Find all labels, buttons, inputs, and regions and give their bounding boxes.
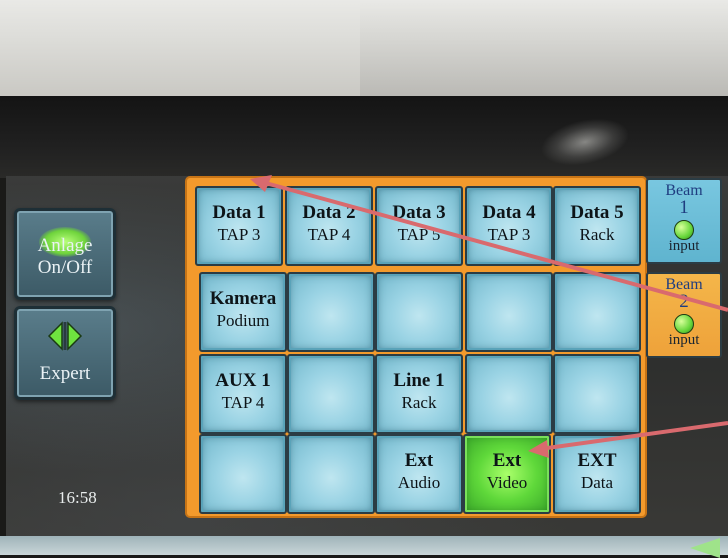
source-button-ext-data[interactable]: EXT Data — [553, 434, 641, 514]
beam-number: 1 — [679, 197, 689, 218]
source-subtitle: TAP 4 — [307, 225, 351, 244]
beam-input-label: input — [668, 332, 700, 348]
source-button-data-4[interactable]: Data 4 TAP 3 — [465, 186, 553, 266]
source-button-data-3[interactable]: Data 3 TAP 5 — [375, 186, 463, 266]
source-button-empty[interactable] — [287, 272, 375, 352]
source-grid-panel: Data 1 TAP 3 Data 2 TAP 4 Data 3 TAP 5 D… — [187, 178, 645, 516]
source-button-data-2[interactable]: Data 2 TAP 4 — [285, 186, 373, 266]
source-button-empty[interactable] — [287, 434, 375, 514]
source-button-aux-1[interactable]: AUX 1 TAP 4 — [199, 354, 287, 434]
bottom-edge — [0, 536, 728, 555]
source-subtitle: Audio — [397, 473, 441, 492]
source-button-empty[interactable] — [553, 354, 641, 434]
source-subtitle: TAP 4 — [221, 393, 265, 412]
source-subtitle: Podium — [216, 311, 270, 330]
beam-input-label: input — [668, 238, 700, 254]
source-subtitle: TAP 3 — [487, 225, 531, 244]
source-button-ext-video[interactable]: Ext Video — [463, 434, 551, 514]
source-title: Ext — [404, 450, 434, 471]
status-led-icon — [674, 220, 694, 240]
source-title: Data 2 — [302, 202, 356, 223]
source-title: Kamera — [209, 288, 277, 309]
source-title: Data 3 — [392, 202, 446, 223]
source-button-data-1[interactable]: Data 1 TAP 3 — [195, 186, 283, 266]
source-button-kamera[interactable]: Kamera Podium — [199, 272, 287, 352]
source-title: Data 4 — [482, 202, 536, 223]
source-button-empty[interactable] — [199, 434, 287, 514]
source-title: Line 1 — [393, 370, 445, 391]
source-subtitle: Data — [580, 473, 614, 492]
clock: 16:58 — [58, 488, 97, 507]
source-title: AUX 1 — [215, 370, 271, 391]
left-right-arrows-icon — [47, 321, 83, 351]
beam-number: 2 — [679, 291, 689, 312]
power-button[interactable]: Anlage On/Off — [14, 208, 116, 300]
source-button-empty[interactable] — [287, 354, 375, 434]
source-title: Ext — [492, 450, 522, 471]
power-label-line2: On/Off — [37, 257, 93, 278]
status-led-icon — [674, 314, 694, 334]
source-subtitle: TAP 5 — [397, 225, 441, 244]
source-title: Data 5 — [570, 202, 624, 223]
expert-label: Expert — [39, 363, 91, 384]
source-subtitle: Video — [486, 473, 528, 492]
source-button-empty[interactable] — [553, 272, 641, 352]
source-button-empty[interactable] — [465, 354, 553, 434]
power-label-line1: Anlage — [37, 235, 93, 256]
source-button-empty[interactable] — [465, 272, 553, 352]
source-title: EXT — [577, 450, 617, 471]
wall-shadow — [360, 0, 728, 100]
source-subtitle: Rack — [579, 225, 615, 244]
source-button-data-5[interactable]: Data 5 Rack — [553, 186, 641, 266]
source-button-empty[interactable] — [375, 272, 463, 352]
expert-button[interactable]: Expert — [14, 306, 116, 400]
source-button-line-1[interactable]: Line 1 Rack — [375, 354, 463, 434]
beam-2-input-button[interactable]: Beam 2 input — [646, 272, 722, 358]
arrow-left-icon[interactable] — [690, 538, 720, 558]
beam-1-input-button[interactable]: Beam 1 input — [646, 178, 722, 264]
source-subtitle: Rack — [401, 393, 437, 412]
source-subtitle: TAP 3 — [217, 225, 261, 244]
source-title: Data 1 — [212, 202, 266, 223]
source-button-ext-audio[interactable]: Ext Audio — [375, 434, 463, 514]
